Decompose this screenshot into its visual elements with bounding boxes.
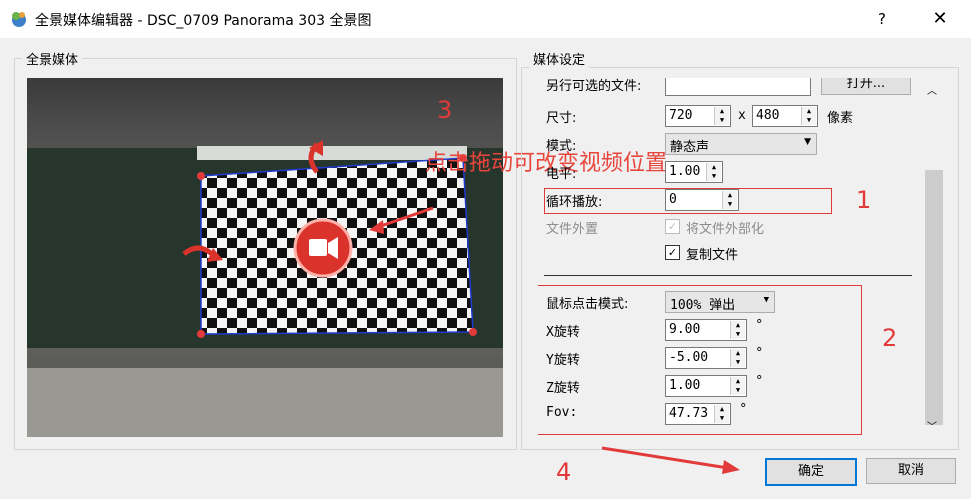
spin-up-icon[interactable]: ▲ — [723, 191, 737, 200]
size-unit: 像素 — [827, 111, 854, 126]
annotation-3: 3 — [437, 96, 453, 124]
media-group-title: 全景媒体 — [22, 49, 83, 68]
annotation-4: 4 — [556, 458, 572, 486]
xrot-spinner[interactable]: 9.00 ▲ ▼ — [665, 319, 747, 341]
annotation-2: 2 — [882, 324, 898, 352]
spin-down-icon[interactable]: ▼ — [802, 116, 816, 125]
zrot-degree: ° — [756, 374, 763, 389]
mode-label: 模式: — [546, 139, 577, 154]
app-icon — [12, 12, 26, 27]
loop-spinner[interactable]: 0 ▲ ▼ — [665, 189, 739, 211]
spin-up-icon[interactable]: ▲ — [731, 377, 745, 386]
fov-label: Fov: — [546, 405, 578, 420]
click-mode-select[interactable]: 100% 弹出 ▼ — [665, 291, 775, 313]
spin-up-icon[interactable]: ▲ — [707, 163, 721, 172]
spin-up-icon[interactable]: ▲ — [731, 321, 745, 330]
corner-handle-br — [469, 328, 477, 336]
xrot-label: X旋转 — [546, 325, 580, 340]
spin-up-icon[interactable]: ▲ — [715, 107, 729, 116]
loop-label: 循环播放: — [546, 195, 603, 210]
size-label: 尺寸: — [546, 111, 577, 126]
spin-down-icon[interactable]: ▼ — [731, 330, 745, 339]
scrollbar-thumb[interactable] — [925, 170, 943, 425]
close-button[interactable]: ✕ — [922, 6, 958, 32]
scroll-up-icon[interactable]: ︿ — [927, 82, 937, 97]
alt-file-label: 另行可选的文件: — [546, 79, 642, 94]
spin-down-icon[interactable]: ▼ — [723, 200, 737, 209]
zrot-spinner[interactable]: 1.00 ▲ ▼ — [665, 375, 747, 397]
level-spinner[interactable]: 1.00 ▲ ▼ — [665, 161, 723, 183]
copy-file-label: 复制文件 — [686, 248, 739, 263]
annotation-arrow-4 — [601, 446, 740, 474]
annotation-1: 1 — [856, 186, 872, 214]
chevron-down-icon: ▼ — [804, 137, 811, 147]
zrot-label: Z旋转 — [546, 381, 580, 396]
level-label: 电平: — [546, 167, 577, 182]
alt-file-input[interactable] — [665, 78, 811, 96]
external-label: 文件外置 — [546, 222, 599, 237]
click-mode-label: 鼠标点击模式: — [546, 297, 629, 312]
spin-down-icon[interactable]: ▼ — [731, 386, 745, 395]
corner-handle-tl — [197, 172, 205, 180]
section-divider — [544, 275, 912, 276]
ok-button[interactable]: 确定 — [765, 458, 857, 486]
window-title: 全景媒体编辑器 - DSC_0709 Panorama 303 全景图 — [35, 13, 372, 29]
externalize-checkbox: ✓ — [665, 219, 680, 234]
height-spinner[interactable]: 480 ▲ ▼ — [752, 105, 818, 127]
scroll-down-icon[interactable]: ﹀ — [927, 418, 937, 433]
size-x-sep: x — [738, 108, 746, 123]
spin-up-icon[interactable]: ▲ — [715, 405, 729, 414]
spin-down-icon[interactable]: ▼ — [715, 414, 729, 423]
media-settings-title: 媒体设定 — [529, 49, 590, 68]
mode-select[interactable]: 静态声 ▼ — [665, 133, 817, 155]
chevron-down-icon: ▼ — [763, 295, 769, 305]
open-file-button[interactable]: 打开... — [821, 78, 911, 95]
yrot-label: Y旋转 — [546, 353, 580, 368]
help-button[interactable]: ? — [868, 6, 896, 32]
fov-spinner[interactable]: 47.73 ▲ ▼ — [665, 403, 731, 425]
corner-handle-bl — [197, 330, 205, 338]
spin-down-icon[interactable]: ▼ — [707, 172, 721, 181]
xrot-degree: ° — [756, 318, 763, 333]
spin-down-icon[interactable]: ▼ — [731, 358, 745, 367]
copy-file-checkbox[interactable]: ✓ — [665, 245, 680, 260]
panorama-preview[interactable] — [27, 78, 503, 437]
spin-down-icon[interactable]: ▼ — [715, 116, 729, 125]
settings-panel: 另行可选的文件: 打开... 尺寸: 720 ▲ ▼ x 480 ▲ ▼ 像素 模式… — [538, 78, 924, 435]
rotate-y-icon — [182, 245, 214, 256]
spin-up-icon[interactable]: ▲ — [802, 107, 816, 116]
video-overlay-canvas[interactable] — [27, 78, 503, 437]
fov-degree: ° — [740, 402, 747, 417]
cancel-button[interactable]: 取消 — [866, 458, 956, 484]
width-spinner[interactable]: 720 ▲ ▼ — [665, 105, 731, 127]
yrot-degree: ° — [756, 346, 763, 361]
yrot-spinner[interactable]: -5.00 ▲ ▼ — [665, 347, 747, 369]
externalize-label: 将文件外部化 — [686, 222, 765, 237]
spin-up-icon[interactable]: ▲ — [731, 349, 745, 358]
